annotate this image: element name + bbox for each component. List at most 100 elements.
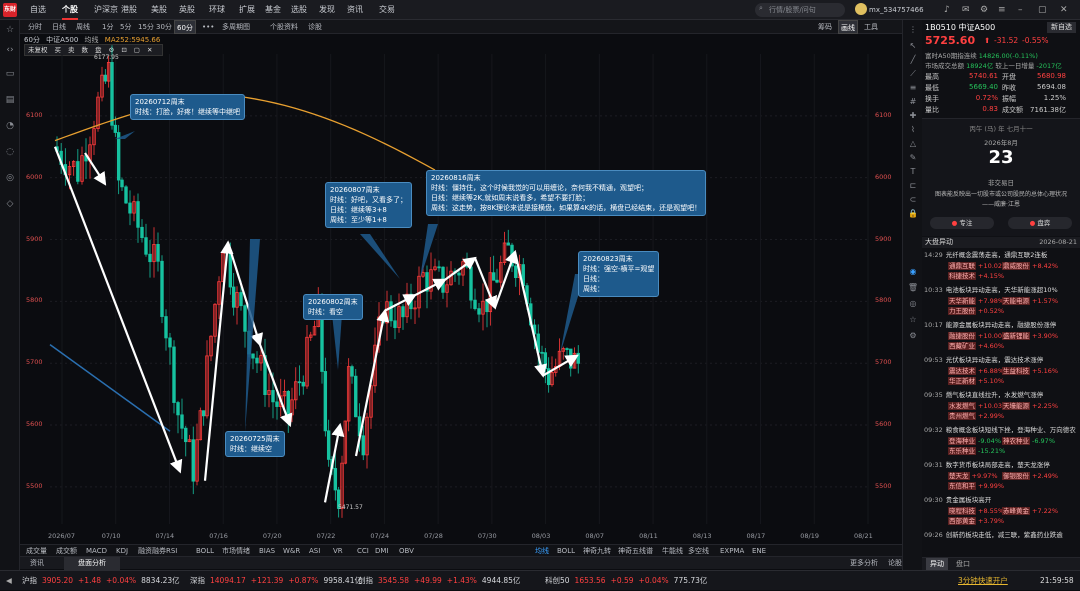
news-stock-tag[interactable]: 东乐种业 -15.21% [948, 446, 1005, 456]
annotation-callout[interactable]: 20260807周末 时线：好吧，又看多了； 日线：继续等3+8 周线：至少等1… [325, 182, 412, 228]
news-item[interactable]: 09:30 贵金属板块高开 [924, 495, 1078, 505]
top-nav-item[interactable]: 沪深京 [94, 0, 118, 20]
info-tab[interactable]: 资讯 [30, 557, 44, 570]
kline-chart[interactable]: 60分 中证A500 均线 MA252:5945.66 未复权买卖数盘 ⚙ ⊡ ▢ ✕ … [20, 34, 902, 544]
minimize-icon[interactable]: – [1018, 0, 1023, 20]
news-stock-tag[interactable]: 东信和平 +9.99% [948, 481, 1004, 491]
news-item[interactable]: 09:53 光伏板块异动走高，震达技术涨停 [924, 355, 1078, 365]
open-account-link[interactable]: 3分钟快速开户 [958, 571, 1008, 591]
news-stock-tag[interactable]: 贵州燃气 +2.99% [948, 411, 1004, 421]
ticker-item[interactable]: 创指 3545.58 +49.99 +1.43% 4944.85亿 [358, 571, 525, 591]
news-stock-tag[interactable]: 天壕能源 +2.25% [1002, 401, 1058, 411]
news-item[interactable]: 10:17 能源金属板块异动走高，融捷股份涨停 [924, 320, 1078, 330]
cursor-icon[interactable]: ↖ [907, 40, 919, 52]
lock-icon[interactable]: 🔒 [907, 208, 919, 220]
drag-icon[interactable]: ⋮ [907, 24, 919, 36]
news-stock-tag[interactable]: 水发燃气 +10.03% [948, 401, 1008, 411]
news-item[interactable]: 10:33 电池板块异动走高，天华新能涨超10% [924, 285, 1078, 295]
top-nav-item[interactable]: 发现 [319, 0, 335, 20]
delete-icon[interactable]: 🗑 [907, 282, 919, 294]
annotation-callout[interactable]: 20260816周末 时线：僵持住，这个时候我觉的可以用缠论，奈何我不精通，观望… [426, 170, 707, 216]
period-tab[interactable]: 诊股 [306, 20, 324, 34]
ticker-item[interactable]: 沪指 3905.20 +1.48 +0.04% 8834.23亿 [22, 571, 185, 591]
annotation-callout[interactable]: 20260712周末 时线：打脸，好疼！继续等中继吧 [130, 94, 245, 120]
ruler-icon[interactable]: ⊏ [907, 180, 919, 192]
chart-tool-tab[interactable]: 画线 [838, 20, 858, 34]
news-stock-tag[interactable]: 天华新能 +7.98% [948, 296, 1004, 306]
hash-icon[interactable]: # [907, 96, 919, 108]
ticker-item[interactable]: 科创50 1653.56 +0.59 +0.04% 775.73亿 [545, 571, 712, 591]
news-stock-tag[interactable]: 登海种业 -9.04% [948, 436, 1001, 446]
eye-icon[interactable]: ◉ [907, 266, 919, 278]
period-tab[interactable]: 1分 [100, 20, 115, 34]
period-tab[interactable]: 60分 [174, 20, 196, 34]
bell-icon[interactable]: ♪ [944, 0, 950, 20]
top-nav-item[interactable]: 交易 [379, 0, 395, 20]
news-stock-tag[interactable]: 力王股份 +0.52% [948, 306, 1004, 316]
compass-icon[interactable]: ◎ [4, 172, 16, 184]
monitor-icon[interactable]: ▭ [4, 68, 16, 80]
ticker-item[interactable]: 深指 14094.17 +121.39 +0.87% 9958.41亿 [190, 571, 367, 591]
news-stock-tag[interactable]: 赤峰黄金 +7.22% [1002, 506, 1058, 516]
period-tab[interactable]: 周线 [74, 20, 92, 34]
top-nav-item[interactable]: 扩展 [239, 0, 255, 20]
top-nav-item[interactable]: 个股 [62, 0, 78, 20]
menu-icon[interactable]: ≡ [998, 0, 1006, 20]
channel-icon[interactable]: ≡ [907, 82, 919, 94]
top-nav-item[interactable]: 美股 [151, 0, 167, 20]
target-icon[interactable]: ◎ [907, 298, 919, 310]
chart-tool-tab[interactable]: 工具 [862, 20, 880, 34]
news-stock-tag[interactable]: 神农种业 -6.97% [1002, 436, 1055, 446]
annotation-callout[interactable]: 20260823周末 时线：强空-横平=观望 日线： 周线： [578, 251, 660, 297]
line-icon[interactable]: ╱ [907, 54, 919, 66]
text-icon[interactable]: T [907, 166, 919, 178]
news-stock-tag[interactable]: 楚天龙 +9.97% [948, 471, 998, 481]
close-icon[interactable]: ✕ [1060, 0, 1068, 20]
username[interactable]: mx_534757466 [869, 0, 924, 20]
gauge-icon[interactable]: ◔ [4, 120, 16, 132]
star-icon[interactable]: ☆ [4, 24, 16, 36]
expand-icon[interactable]: ‹› [4, 44, 16, 56]
add-watchlist-button[interactable]: 新自选 [1047, 22, 1076, 33]
gear-icon[interactable]: ⚙ [980, 0, 988, 20]
focus-button[interactable]: ● 专注 [930, 217, 994, 229]
pen-icon[interactable]: ✎ [907, 152, 919, 164]
star-icon[interactable]: ☆ [907, 314, 919, 326]
news-stock-tag[interactable]: 西藏矿业 +4.60% [948, 341, 1004, 351]
period-tab[interactable]: 30分 [154, 20, 174, 34]
news-stock-tag[interactable]: 盛新锂能 +3.90% [1002, 331, 1058, 341]
period-tab[interactable]: ••• [200, 20, 216, 34]
news-stock-tag[interactable]: 科捷技术 +4.15% [948, 271, 1004, 281]
speaker-icon[interactable]: ◀ [6, 571, 12, 591]
chat-icon[interactable]: ◌ [4, 146, 16, 158]
news-item[interactable]: 09:35 燃气板块直线拉升，水发燃气涨停 [924, 390, 1078, 400]
top-nav-item[interactable]: 环球 [209, 0, 225, 20]
news-stock-tag[interactable]: 生益科技 +5.16% [1002, 366, 1058, 376]
period-tab[interactable]: 多周期图 [220, 20, 252, 34]
period-tab[interactable]: 日线 [50, 20, 68, 34]
annotation-callout[interactable]: 20260725周末 时线：继续空 [225, 431, 285, 457]
info-tab-right[interactable]: 更多分析 [850, 557, 878, 570]
top-nav-item[interactable]: 英股 [179, 0, 195, 20]
info-tab[interactable]: 盘面分析 [64, 557, 120, 570]
top-nav-item[interactable]: 自选 [30, 0, 46, 20]
news-stock-tag[interactable]: 天能电源 +1.57% [1002, 296, 1058, 306]
cross-icon[interactable]: ✚ [907, 110, 919, 122]
top-nav-item[interactable]: 港股 [121, 0, 137, 20]
news-item[interactable]: 09:31 数字货币板块局部走高，楚天龙涨停 [924, 460, 1078, 470]
trend-icon[interactable]: ⟋ [907, 68, 919, 80]
top-nav-item[interactable]: 资讯 [347, 0, 363, 20]
news-item[interactable]: 09:26 创新药板块走低，减三联，紫鑫药业跌逾 [924, 530, 1078, 540]
period-tab[interactable]: 5分 [118, 20, 133, 34]
annotation-callout[interactable]: 20260802周末 时线：看空 [303, 294, 363, 320]
news-stock-tag[interactable]: 融捷股份 +10.00% [948, 331, 1008, 341]
news-stock-tag[interactable]: 华正新材 +5.10% [948, 376, 1004, 386]
news-stock-tag[interactable]: 西部黄金 +3.79% [948, 516, 1004, 526]
document-icon[interactable]: ▤ [4, 94, 16, 106]
avatar[interactable] [855, 3, 867, 15]
settings-icon[interactable]: ⚙ [907, 330, 919, 342]
fib-icon[interactable]: ⌇ [907, 124, 919, 136]
triangle-icon[interactable]: △ [907, 138, 919, 150]
period-tab[interactable]: 15分 [136, 20, 156, 34]
news-item[interactable]: 09:32 粮食概念板块短线下挫，登海种业、万向德农 [924, 425, 1078, 435]
